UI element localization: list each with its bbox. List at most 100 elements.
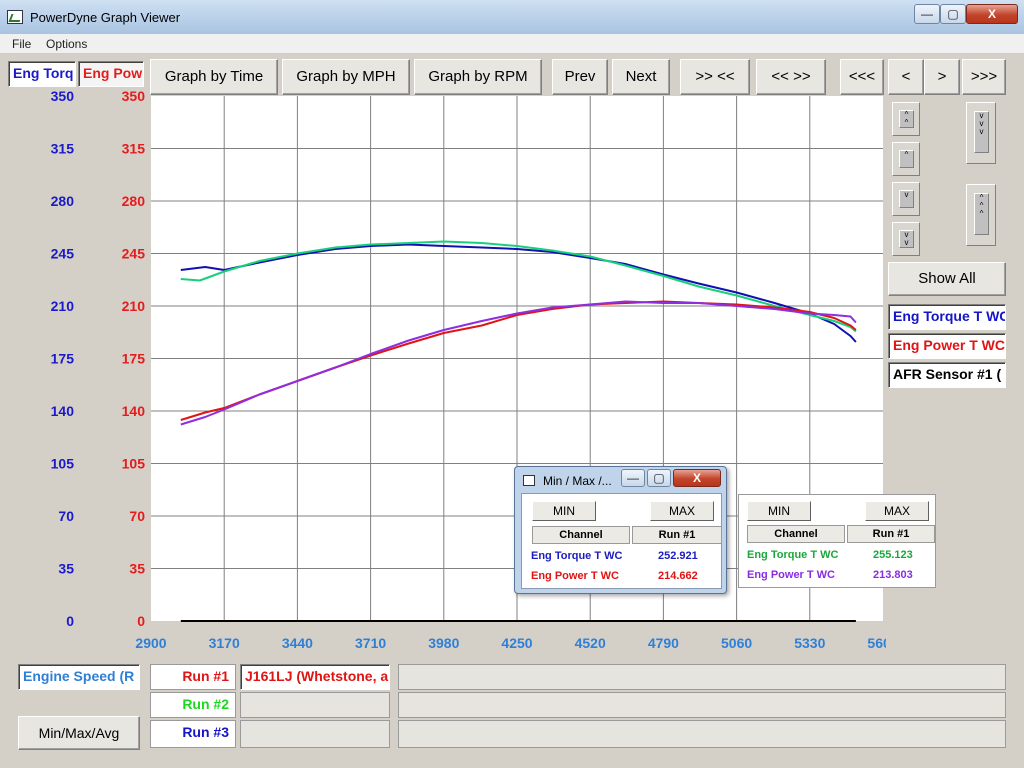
menu-bar: File Options: [0, 34, 1024, 54]
power-tick-label: 315: [122, 141, 146, 157]
power-tick-label: 0: [137, 613, 145, 629]
channel-afr[interactable]: AFR Sensor #1 (: [888, 362, 1006, 388]
run-header-2: Run #1: [847, 525, 935, 543]
chevron-up-icon: ^: [899, 150, 914, 168]
power-tick-label: 245: [122, 246, 146, 262]
popup-minimize-button[interactable]: —: [621, 469, 645, 487]
torque-tick-label: 70: [58, 508, 74, 524]
p1-row2-channel: Eng Power T WC: [531, 570, 619, 582]
power-tick-label: 140: [122, 403, 146, 419]
rpm-tick-label: 4250: [501, 635, 532, 651]
minmax-panel-1: MIN MAX Channel Run #1 Eng Torque T WC 2…: [521, 493, 722, 589]
p1-row1-channel: Eng Torque T WC: [531, 550, 623, 562]
x-axis-selector[interactable]: Engine Speed (R: [18, 664, 140, 690]
title-bar[interactable]: PowerDyne Graph Viewer — ▢ X: [0, 0, 1024, 34]
rpm-tick-label: 5330: [794, 635, 825, 651]
double-chevron-down-icon: vv: [899, 230, 914, 248]
min-button-2[interactable]: MIN: [747, 501, 811, 521]
torque-tick-label: 140: [51, 403, 75, 419]
window-title: PowerDyne Graph Viewer: [30, 10, 181, 25]
expand-down-button[interactable]: vvv: [966, 102, 996, 164]
p2-row2-value: 213.803: [873, 569, 913, 581]
rpm-axis: 2900 3170 3440 3710 3980 4250 4520 4790 5060 5330…: [135, 635, 886, 651]
torque-tick-label: 0: [66, 613, 74, 629]
triple-chevron-down-icon: vvv: [974, 111, 989, 153]
power-axis-tab[interactable]: Eng Pow: [78, 61, 144, 87]
minimize-button[interactable]: —: [914, 4, 940, 24]
power-tick-label: 105: [122, 456, 146, 472]
channel-header-2: Channel: [747, 525, 845, 543]
channel-power[interactable]: Eng Power T WC: [888, 333, 1006, 359]
close-button[interactable]: X: [966, 4, 1018, 24]
restore-button[interactable]: ▢: [940, 4, 966, 24]
run2-name[interactable]: [240, 692, 390, 718]
rpm-tick-label: 5060: [721, 635, 752, 651]
p1-row1-value: 252.921: [658, 550, 698, 562]
run2-notes: [398, 692, 1006, 718]
power-tick-label: 70: [129, 508, 145, 524]
power-tick-label: 350: [122, 88, 146, 104]
run1-name[interactable]: J161LJ (Whetstone, a: [240, 664, 390, 690]
app-icon: [7, 10, 23, 24]
popup-close-button[interactable]: X: [673, 469, 721, 487]
scroll-up-button[interactable]: ^: [892, 142, 920, 176]
torque-tick-label: 350: [51, 88, 75, 104]
popup-title: Min / Max /...: [543, 474, 612, 488]
power-tick-label: 210: [122, 298, 146, 314]
show-all-button[interactable]: Show All: [888, 262, 1006, 296]
popup-restore-button[interactable]: ▢: [647, 469, 671, 487]
scroll-up-fast-button[interactable]: ^ ^: [892, 102, 920, 136]
torque-tick-label: 105: [51, 456, 75, 472]
rpm-tick-label: 3170: [209, 635, 240, 651]
rpm-tick-label: 4790: [648, 635, 679, 651]
p1-row2-value: 214.662: [658, 570, 698, 582]
run1-label[interactable]: Run #1: [150, 664, 236, 690]
double-chevron-up-icon: ^ ^: [899, 110, 914, 128]
run3-name[interactable]: [240, 720, 390, 748]
expand-up-button[interactable]: ^ ^ ^: [966, 184, 996, 246]
torque-axis-tab[interactable]: Eng Torq: [8, 61, 76, 87]
last-button[interactable]: >>>: [962, 59, 1006, 95]
p2-row2-channel: Eng Power T WC: [747, 569, 835, 581]
torque-tick-label: 210: [51, 298, 75, 314]
power-tick-label: 280: [122, 193, 146, 209]
power-tick-label: 35: [129, 561, 145, 577]
run3-label[interactable]: Run #3: [150, 720, 236, 748]
minmax-window[interactable]: Min / Max /... — ▢ X MIN MAX Channel Run…: [514, 466, 727, 594]
chevron-down-icon: v: [899, 190, 914, 208]
max-button[interactable]: MAX: [650, 501, 714, 521]
min-button[interactable]: MIN: [532, 501, 596, 521]
step-back-button[interactable]: <: [888, 59, 924, 95]
minmax-panel-2: MIN MAX Channel Run #1 Eng Torque T WC 2…: [738, 494, 936, 588]
run-header: Run #1: [632, 526, 722, 544]
rpm-tick-label: 3440: [282, 635, 313, 651]
channel-torque[interactable]: Eng Torque T WC: [888, 304, 1006, 330]
step-forward-button[interactable]: >: [924, 59, 960, 95]
triple-chevron-up-icon: ^ ^ ^: [974, 193, 989, 235]
power-axis: 0 35 70 105 140 175 210 245 280 315 350: [122, 88, 146, 629]
min-max-avg-button[interactable]: Min/Max/Avg: [18, 716, 140, 750]
power-tick-label: 175: [122, 351, 146, 367]
rpm-tick-label: 2900: [135, 635, 166, 651]
max-button-2[interactable]: MAX: [865, 501, 929, 521]
popup-window-icon: [523, 475, 535, 486]
channel-header: Channel: [532, 526, 630, 544]
torque-tick-label: 315: [51, 141, 75, 157]
torque-tick-label: 35: [58, 561, 74, 577]
scroll-down-fast-button[interactable]: vv: [892, 222, 920, 256]
p2-row1-value: 255.123: [873, 549, 913, 561]
torque-axis: 0 35 70 105 140 175 210 245 280 315 350: [51, 88, 75, 629]
torque-tick-label: 280: [51, 193, 75, 209]
torque-tick-label: 175: [51, 351, 75, 367]
run1-notes: [398, 664, 1006, 690]
menu-options[interactable]: Options: [46, 37, 87, 51]
p2-row1-channel: Eng Torque T WC: [747, 549, 839, 561]
scroll-down-button[interactable]: v: [892, 182, 920, 216]
run2-label[interactable]: Run #2: [150, 692, 236, 718]
torque-tick-label: 245: [51, 246, 75, 262]
menu-file[interactable]: File: [12, 37, 31, 51]
rpm-tick-label: 5600: [867, 635, 886, 651]
rpm-tick-label: 3710: [355, 635, 386, 651]
run3-notes: [398, 720, 1006, 748]
rpm-tick-label: 3980: [428, 635, 459, 651]
